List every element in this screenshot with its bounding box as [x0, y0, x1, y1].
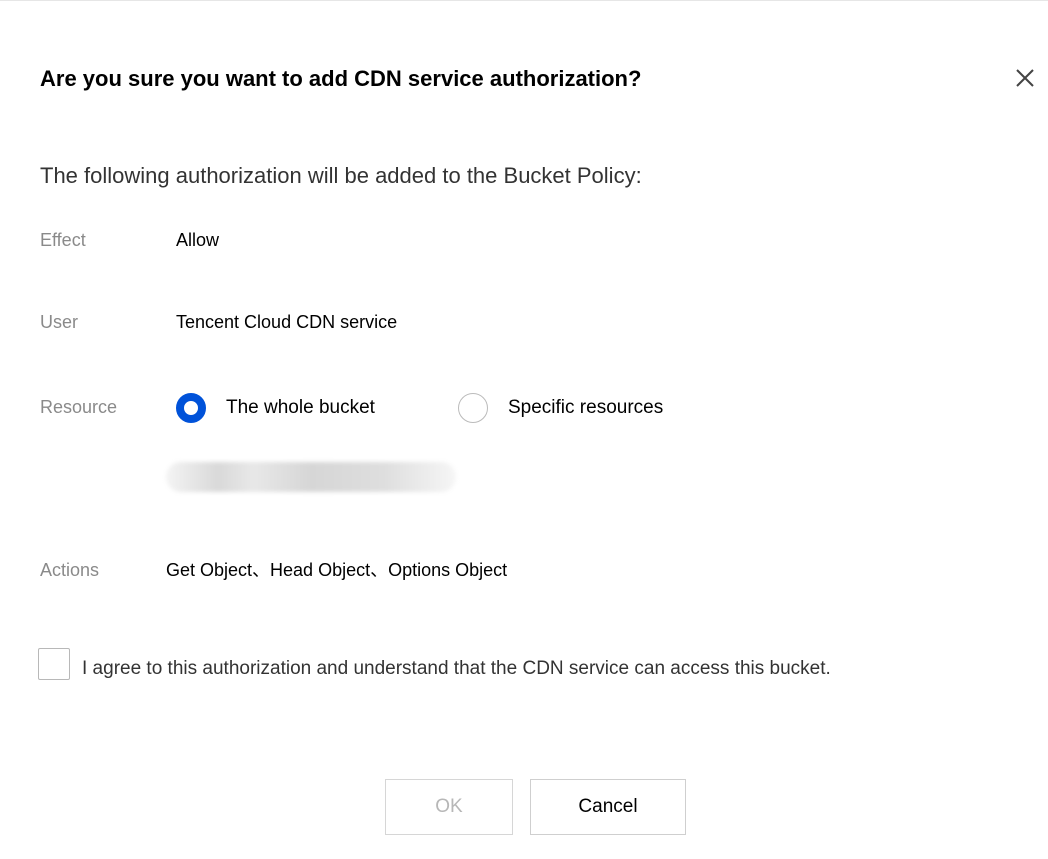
agreement-checkbox[interactable]: [38, 648, 70, 680]
cancel-button[interactable]: Cancel: [530, 779, 686, 835]
effect-value: Allow: [176, 230, 220, 250]
ok-button[interactable]: OK: [385, 779, 513, 835]
close-button[interactable]: [1010, 63, 1040, 93]
agreement-text: I agree to this authorization and unders…: [82, 658, 831, 679]
radio-whole-bucket-label: The whole bucket: [226, 397, 375, 418]
actions-value: Get Object、Head Object、Options Object: [166, 560, 508, 580]
radio-checked-icon: [176, 393, 206, 423]
redacted-bucket-name: [166, 462, 456, 492]
policy-intro-text: The following authorization will be adde…: [40, 163, 642, 188]
radio-specific-resources-label: Specific resources: [508, 397, 664, 418]
user-label: User: [40, 312, 79, 332]
resource-label: Resource: [40, 397, 118, 417]
effect-label: Effect: [40, 230, 86, 250]
radio-unchecked-icon: [458, 393, 488, 423]
authorization-dialog: Are you sure you want to add CDN service…: [0, 0, 1048, 859]
user-value: Tencent Cloud CDN service: [176, 312, 398, 332]
dialog-title: Are you sure you want to add CDN service…: [40, 66, 642, 91]
actions-label: Actions: [40, 560, 100, 580]
close-icon: [1016, 69, 1034, 87]
